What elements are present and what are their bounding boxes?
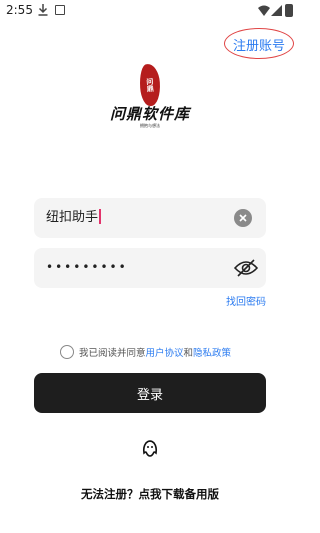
wifi-icon [258,5,270,16]
username-field[interactable]: 纽扣助手 [34,198,266,238]
qq-icon[interactable] [140,439,160,459]
logo-name: 问鼎软件库 [109,105,190,123]
eye-off-icon[interactable] [234,258,258,278]
login-button[interactable]: 登录 [34,373,266,413]
user-agreement-link[interactable]: 用户协议 [146,345,184,359]
download-backup-link[interactable]: 无法注册？点我下载备用版 [0,486,300,502]
password-input[interactable]: ••••••••• [46,260,128,274]
text-caret [99,209,101,224]
signal-icon [271,5,282,16]
forgot-password-link[interactable]: 找回密码 [226,293,266,308]
agreement-row: 我已阅读并同意 用户协议 和 隐私政策 [60,344,231,360]
username-input[interactable]: 纽扣助手 [46,198,101,238]
logo-subtitle: 拥抱与想法 [140,123,160,128]
privacy-policy-link[interactable]: 隐私政策 [193,345,231,359]
status-time: 2:55 [6,3,33,17]
logo-seal: 问鼎 [138,63,162,107]
clear-input-button[interactable] [234,209,252,227]
logo-seal-text: 问鼎 [145,77,155,93]
password-field[interactable]: ••••••••• [34,248,266,288]
register-account-link[interactable]: 注册账号 [225,29,293,59]
status-bar: 2:55 [0,0,300,22]
agreement-prefix: 我已阅读并同意 [79,348,146,359]
username-value: 纽扣助手 [46,210,99,225]
app-logo: 问鼎 问鼎软件库 拥抱与想法 [100,63,200,134]
font-icon [55,5,65,15]
agreement-and: 和 [183,348,194,359]
agreement-checkbox[interactable] [60,345,74,359]
login-screen: 2:55 注册账号 问鼎 问鼎软件库 拥抱与想法 纽扣助手 ••••••••• … [0,0,300,533]
battery-icon [285,4,293,17]
close-icon [239,214,247,222]
download-icon [38,4,48,16]
